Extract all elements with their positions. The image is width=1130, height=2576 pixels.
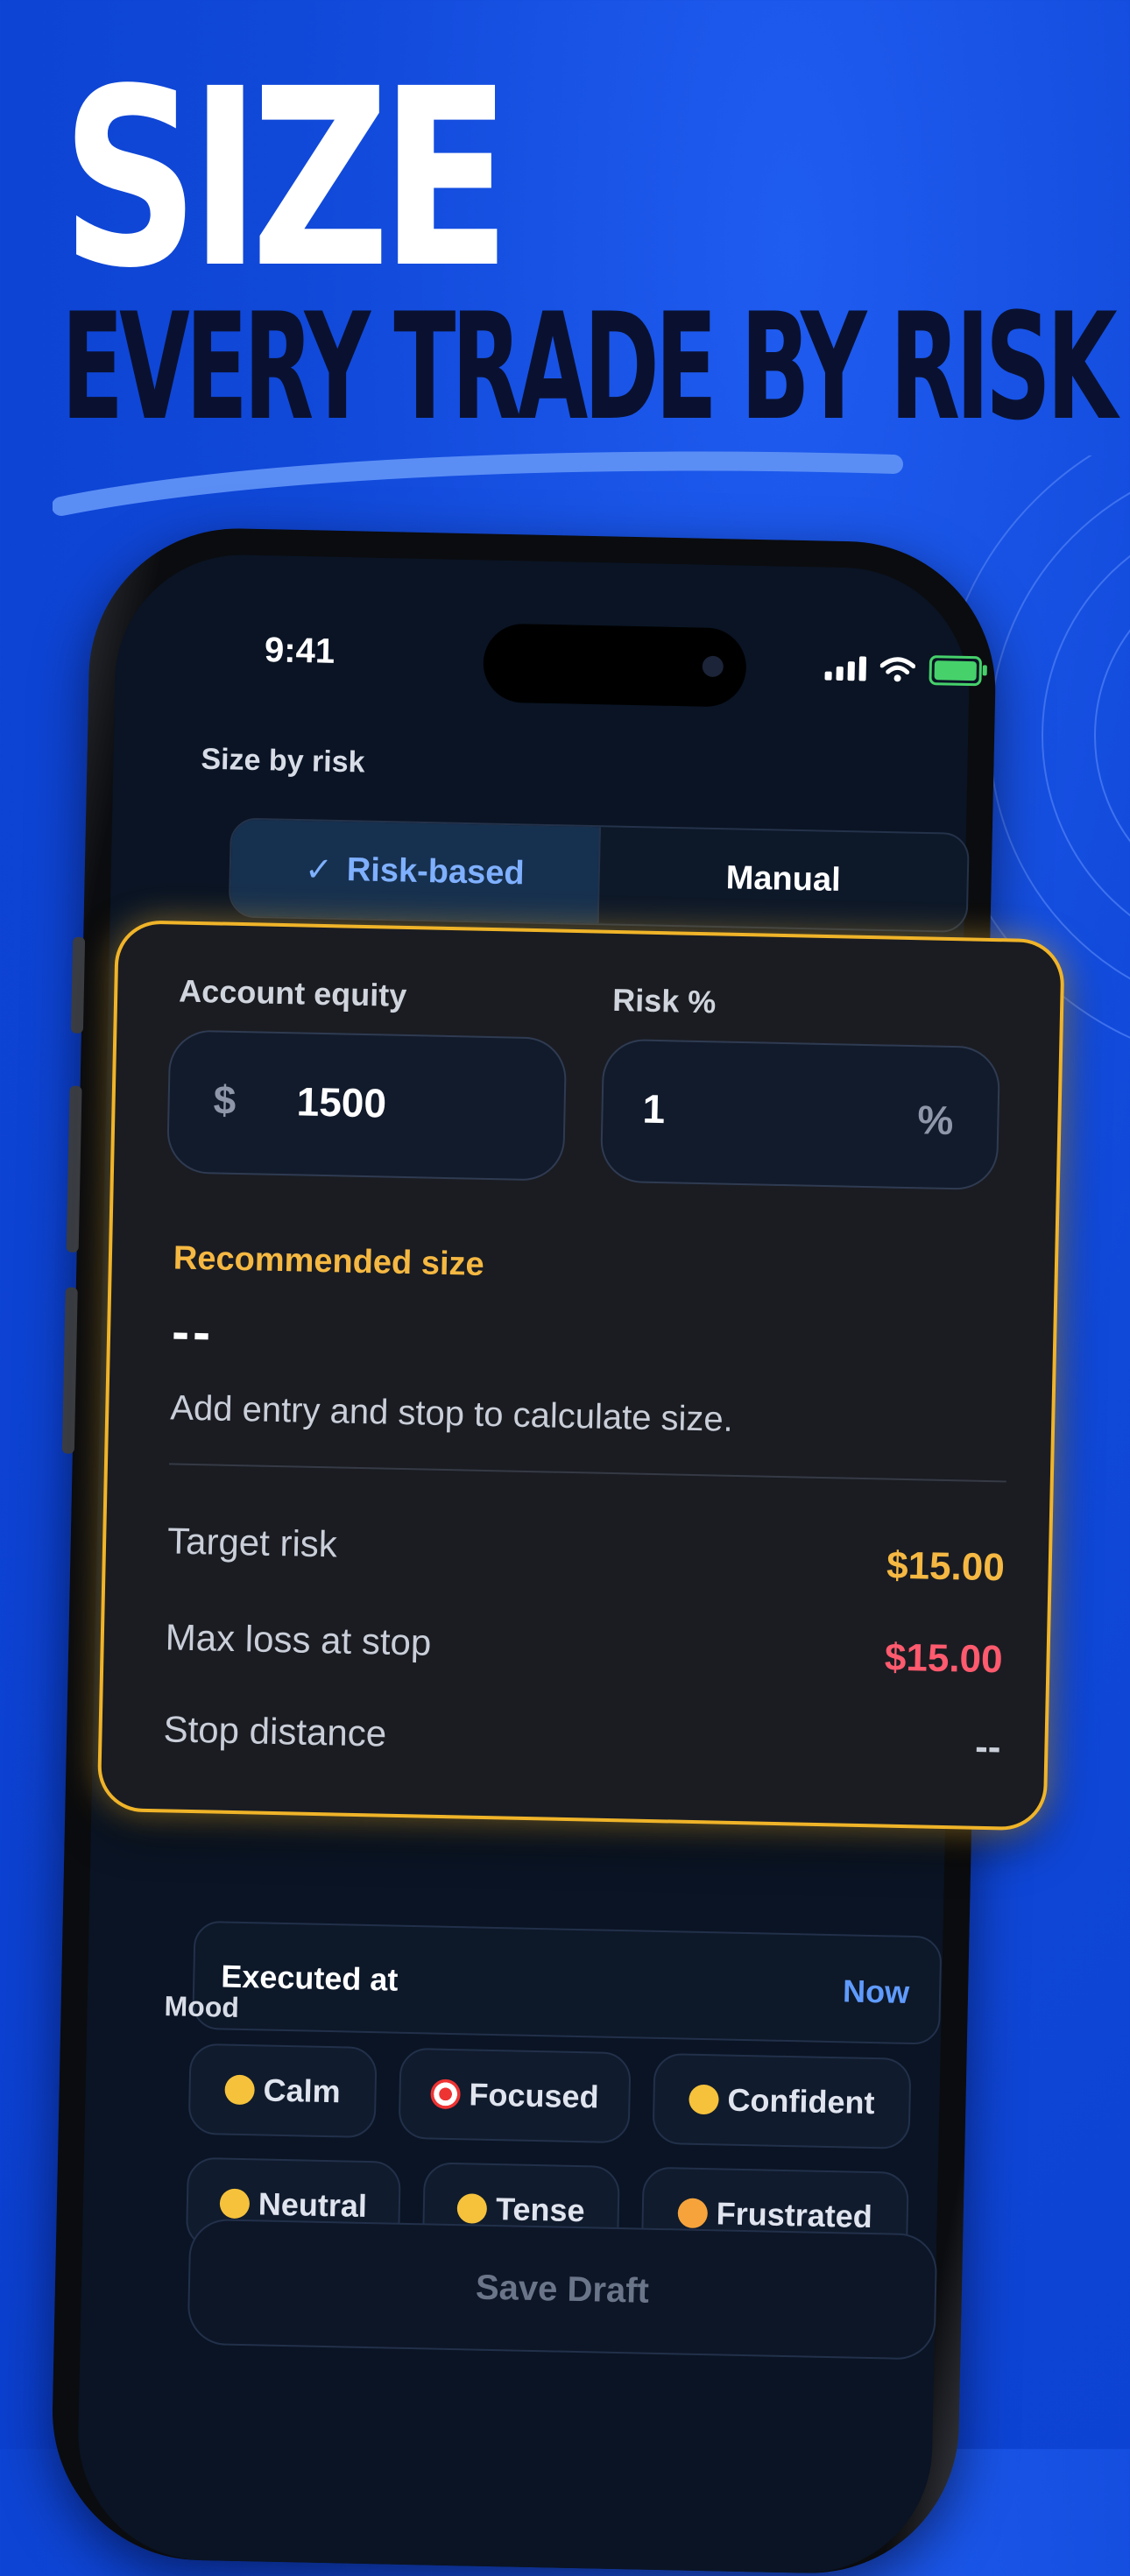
max-loss-value: $15.00 bbox=[884, 1635, 1004, 1682]
max-loss-label: Max loss at stop bbox=[165, 1616, 432, 1663]
mood-chip-focused[interactable]: Focused bbox=[398, 2047, 632, 2144]
mood-chip-calm[interactable]: Calm bbox=[187, 2043, 378, 2139]
save-draft-button[interactable]: Save Draft bbox=[187, 2218, 938, 2361]
risk-based-option[interactable]: ✓ Risk-based bbox=[230, 819, 601, 924]
mood-chip-label: Confident bbox=[727, 2081, 875, 2121]
signal-icon bbox=[824, 656, 867, 681]
headline-line2: EVERY TRADE BY RISK bbox=[61, 281, 1118, 453]
stop-distance-value: -- bbox=[974, 1725, 1001, 1769]
risk-based-label: Risk-based bbox=[346, 850, 526, 892]
headline-line1: SIZE bbox=[61, 37, 511, 322]
volume-down-button bbox=[61, 1287, 78, 1454]
percent-suffix: % bbox=[916, 1097, 954, 1144]
swoosh-decoration bbox=[53, 451, 903, 516]
headline: SIZE EVERY TRADE BY RISK bbox=[61, 37, 1118, 453]
volume-up-button bbox=[66, 1085, 82, 1253]
dollar-prefix: $ bbox=[213, 1076, 237, 1123]
dynamic-island bbox=[482, 623, 747, 708]
mood-chip-label: Tense bbox=[495, 2191, 585, 2229]
mood-chip-label: Calm bbox=[263, 2071, 342, 2110]
account-equity-field[interactable]: $ 1500 bbox=[166, 1029, 568, 1182]
target-icon bbox=[430, 2078, 461, 2110]
executed-at-value[interactable]: Now bbox=[843, 1973, 910, 2011]
executed-at-label: Executed at bbox=[220, 1958, 399, 1998]
target-risk-value: $15.00 bbox=[886, 1543, 1006, 1590]
target-risk-label: Target risk bbox=[166, 1520, 338, 1565]
section-title: Size by risk bbox=[201, 742, 365, 780]
mood-chip-label: Neutral bbox=[258, 2185, 368, 2224]
sunglasses-face-icon bbox=[689, 2084, 719, 2115]
grimacing-face-icon bbox=[456, 2193, 488, 2224]
mood-title: Mood bbox=[164, 1990, 240, 2023]
check-icon: ✓ bbox=[304, 850, 334, 889]
camera-icon bbox=[702, 655, 724, 678]
recommended-size-value: -- bbox=[171, 1302, 215, 1362]
mute-switch bbox=[70, 936, 86, 1034]
status-time: 9:41 bbox=[264, 631, 335, 671]
relieved-face-icon bbox=[224, 2074, 255, 2106]
risk-calculator-card: Account equity Risk % $ 1500 1 % Recomme… bbox=[96, 920, 1065, 1831]
manual-label: Manual bbox=[725, 858, 842, 899]
wifi-icon bbox=[879, 657, 916, 682]
mood-chip-label: Focused bbox=[469, 2076, 600, 2115]
calculation-hint: Add entry and stop to calculate size. bbox=[169, 1388, 734, 1439]
risk-percent-label: Risk % bbox=[611, 981, 717, 1020]
account-equity-value: 1500 bbox=[296, 1078, 387, 1126]
status-icons bbox=[824, 653, 983, 687]
recommended-size-label: Recommended size bbox=[173, 1239, 485, 1283]
mood-chip-confident[interactable]: Confident bbox=[652, 2052, 912, 2149]
frustrated-face-icon bbox=[677, 2198, 709, 2229]
mood-chips: Calm Focused Confident Neutral Tense Fru… bbox=[185, 2043, 961, 2263]
manual-option[interactable]: Manual bbox=[599, 827, 968, 931]
risk-percent-value: 1 bbox=[642, 1085, 666, 1133]
divider bbox=[168, 1463, 1006, 1483]
sizing-mode-toggle: ✓ Risk-based Manual bbox=[228, 817, 970, 934]
executed-at-row[interactable]: Executed at Now bbox=[192, 1920, 943, 2045]
risk-percent-field[interactable]: 1 % bbox=[599, 1038, 1001, 1191]
battery-icon bbox=[929, 655, 983, 687]
stop-distance-label: Stop distance bbox=[163, 1708, 387, 1754]
account-equity-label: Account equity bbox=[178, 972, 407, 1013]
neutral-face-icon bbox=[219, 2188, 251, 2220]
